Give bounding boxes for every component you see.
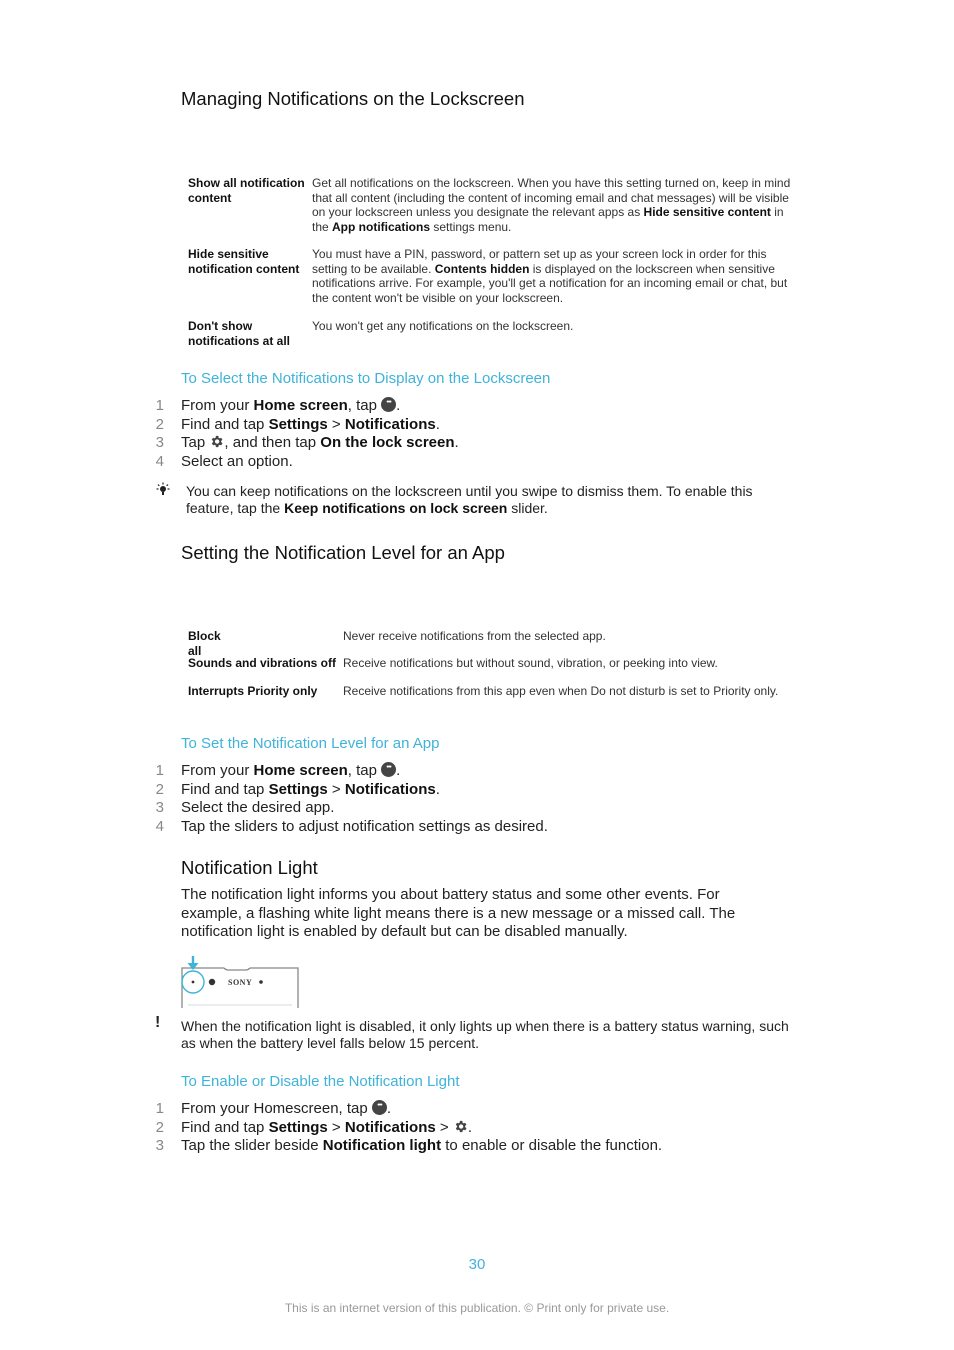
page-number: 30	[468, 1256, 486, 1273]
step-number: 3	[155, 799, 164, 816]
step-number: 1	[155, 1100, 164, 1117]
exclamation-icon: !	[155, 1014, 161, 1031]
step-number: 2	[155, 1118, 164, 1136]
section-title-notification-level: Setting the Notification Level for an Ap…	[181, 542, 505, 563]
gear-icon	[455, 1120, 467, 1132]
phone-illustration: SONY	[178, 952, 302, 1008]
warning-note: When the notification light is disabled,…	[181, 1018, 789, 1051]
footer-notice: This is an internet version of this publ…	[284, 1301, 670, 1315]
step-number: 4	[155, 452, 164, 470]
option-description: You must have a PIN, password, or patter…	[312, 247, 788, 305]
option-description: Receive notifications but without sound,…	[343, 656, 718, 670]
option-description: Get all notifications on the lockscreen.…	[312, 176, 791, 234]
option-name: Block all	[188, 629, 221, 658]
procedure-title: To Set the Notification Level for an App	[181, 735, 440, 752]
arrow-down-icon	[187, 963, 199, 970]
procedure-title: To Select the Notifications to Display o…	[181, 370, 551, 387]
step-number: 2	[155, 780, 164, 798]
step-number: 3	[155, 434, 164, 451]
apps-icon	[371, 1098, 387, 1115]
gear-icon	[212, 435, 223, 448]
step-number: 1	[155, 762, 164, 779]
option-name: Sounds and vibrations off	[188, 656, 337, 670]
step-number: 3	[155, 1137, 164, 1154]
option-description: You won't get any notifications on the l…	[312, 319, 574, 333]
option-description: Receive notifications from this app even…	[343, 684, 779, 698]
option-name: Show all notification content	[188, 176, 305, 205]
apps-icon	[381, 760, 397, 777]
apps-icon	[381, 395, 397, 412]
notification-light-paragraph: The notification light informs you about…	[181, 886, 736, 940]
brand-logo: SONY	[228, 978, 252, 987]
step-number: 4	[155, 817, 164, 835]
option-description: Never receive notifications from the sel…	[343, 629, 606, 643]
lightbulb-icon	[156, 482, 170, 495]
procedure-title: To Enable or Disable the Notification Li…	[181, 1073, 460, 1090]
option-name: Interrupts Priority only	[188, 684, 318, 698]
section-title-notification-light: Notification Light	[181, 857, 318, 878]
proximity-sensor	[259, 980, 263, 984]
section-title-lockscreen: Managing Notifications on the Lockscreen	[181, 88, 525, 109]
tip-note: You can keep notifications on the locksc…	[186, 483, 753, 516]
option-name: Don't show notifications at all	[188, 319, 291, 348]
camera-lens	[208, 978, 216, 986]
step-number: 1	[155, 397, 164, 414]
step-number: 2	[155, 415, 164, 433]
option-name: Hide sensitive notification content	[188, 247, 300, 276]
notification-led	[191, 980, 195, 984]
